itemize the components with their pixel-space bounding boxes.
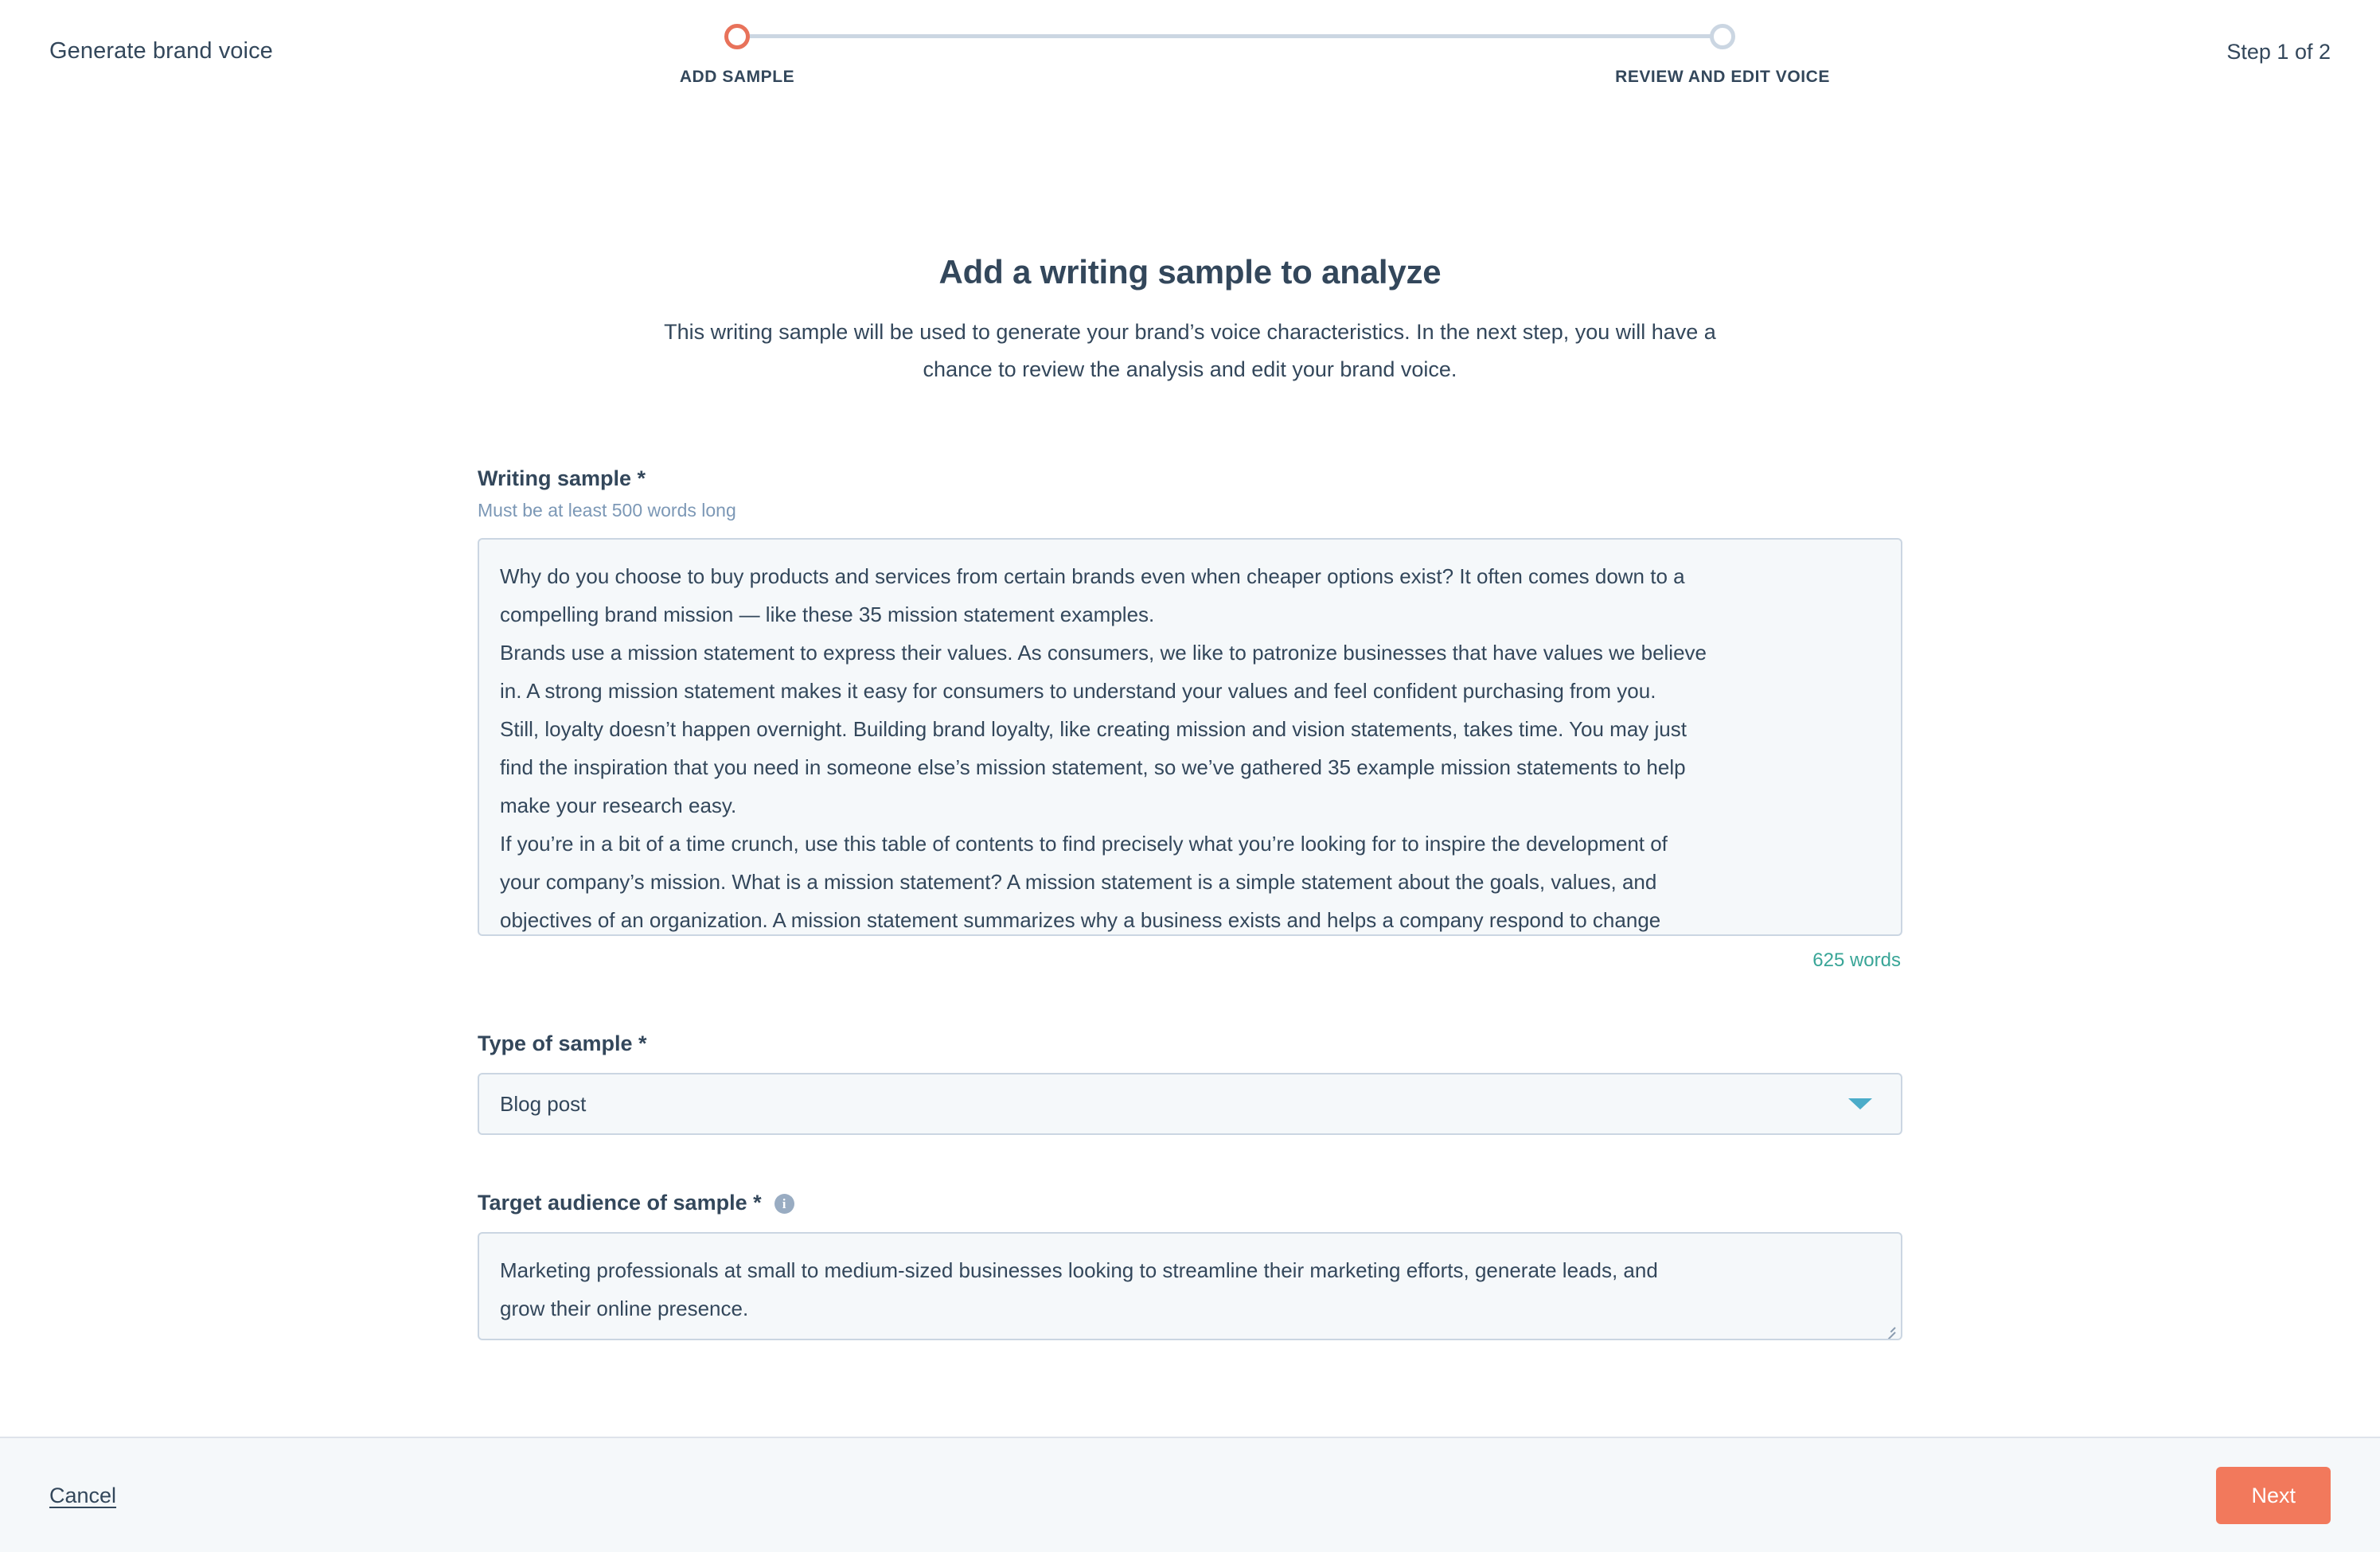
step-label-add-sample: ADD SAMPLE xyxy=(679,68,795,86)
writing-sample-textarea[interactable]: Why do you choose to buy products and se… xyxy=(478,538,1902,936)
step-node-add-sample[interactable] xyxy=(724,24,750,49)
writing-sample-field: Writing sample * Must be at least 500 wo… xyxy=(478,465,1902,973)
info-icon[interactable]: i xyxy=(774,1193,794,1214)
writing-sample-line: Still, loyalty doesn’t happen overnight.… xyxy=(500,717,1687,741)
chevron-down-icon xyxy=(1848,1098,1872,1109)
writing-sample-line: compelling brand mission — like these 35… xyxy=(500,602,1155,626)
writing-sample-line: objectives of an organization. A mission… xyxy=(500,908,1661,932)
target-audience-line: grow their online presence. xyxy=(500,1297,749,1320)
target-audience-textarea[interactable]: Marketing professionals at small to medi… xyxy=(478,1232,1902,1340)
writing-sample-line: Why do you choose to buy products and se… xyxy=(500,564,1685,588)
type-of-sample-field: Type of sample * Blog post xyxy=(478,1030,1902,1135)
progress-stepper: ADD SAMPLE REVIEW AND EDIT VOICE xyxy=(680,18,1829,89)
writing-sample-line: find the inspiration that you need in so… xyxy=(500,755,1686,779)
type-of-sample-value: Blog post xyxy=(500,1092,587,1116)
stepper-track xyxy=(737,34,1723,38)
writing-sample-label: Writing sample * xyxy=(478,466,646,490)
step-counter: Step 1 of 2 xyxy=(2226,40,2331,64)
main-heading: Add a writing sample to analyze xyxy=(938,253,1442,291)
brand-voice-form: Writing sample * Must be at least 500 wo… xyxy=(478,465,1902,1340)
writing-sample-line: in. A strong mission statement makes it … xyxy=(500,679,1656,703)
step-node-review-and-edit-voice[interactable] xyxy=(1710,24,1735,49)
word-count-label: 625 words xyxy=(1812,950,1901,971)
target-audience-line: Marketing professionals at small to medi… xyxy=(500,1258,1658,1282)
target-audience-field: Target audience of sample * i Marketing … xyxy=(478,1189,1902,1340)
target-audience-label-text: Target audience of sample * xyxy=(478,1191,762,1215)
writing-sample-line: Brands use a mission statement to expres… xyxy=(500,641,1707,665)
writing-sample-help-text: Must be at least 500 words long xyxy=(478,500,736,521)
main-subheading: This writing sample will be used to gene… xyxy=(664,320,1716,381)
page-title: Generate brand voice xyxy=(49,38,273,64)
target-audience-label: Target audience of sample * i xyxy=(478,1189,1902,1216)
resize-handle-icon[interactable] xyxy=(1881,1321,1896,1339)
writing-sample-line: If you’re in a bit of a time crunch, use… xyxy=(500,832,1668,856)
writing-sample-line: your company’s mission. What is a missio… xyxy=(500,870,1657,894)
generate-brand-voice-modal: Generate brand voice ADD SAMPLE REVIEW A… xyxy=(0,0,2380,1552)
type-of-sample-select[interactable]: Blog post xyxy=(478,1073,1902,1135)
writing-sample-line: make your research easy. xyxy=(500,794,737,817)
modal-header: Generate brand voice ADD SAMPLE REVIEW A… xyxy=(0,0,2380,108)
step-label-review-and-edit-voice: REVIEW AND EDIT VOICE xyxy=(1615,68,1830,86)
next-button[interactable]: Next xyxy=(2216,1466,2331,1524)
cancel-button[interactable]: Cancel xyxy=(49,1482,116,1509)
modal-body: Add a writing sample to analyze This wri… xyxy=(0,108,2380,1437)
modal-footer: Cancel Next xyxy=(0,1437,2380,1552)
type-of-sample-label: Type of sample * xyxy=(478,1031,647,1055)
